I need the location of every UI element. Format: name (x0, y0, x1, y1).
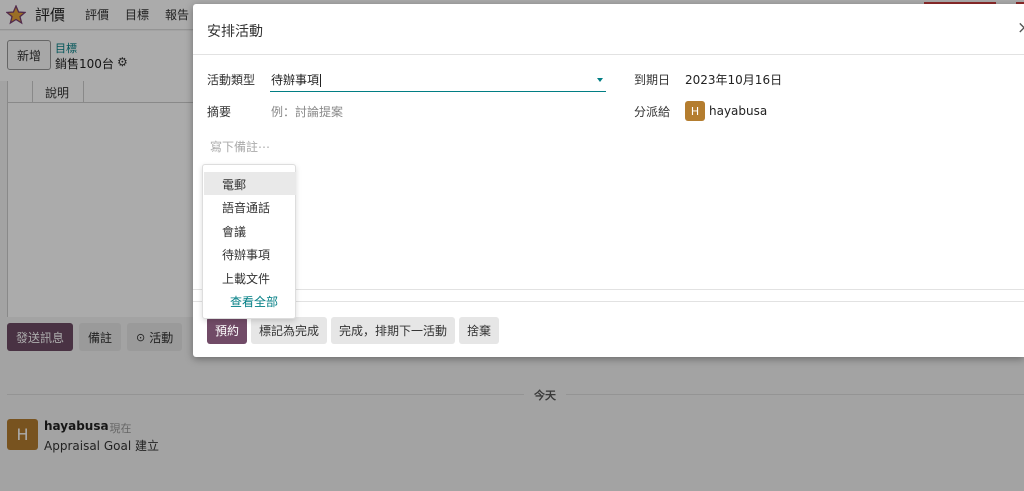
due-date-field[interactable]: 2023年10月16日 (685, 71, 782, 88)
mark-done-button[interactable]: 標記為完成 (251, 317, 328, 344)
dropdown-option-todo[interactable]: 待辦事項 (204, 242, 296, 265)
assigned-to-field[interactable]: hayabusa (709, 104, 767, 118)
dropdown-option-call[interactable]: 語音通話 (204, 195, 296, 218)
due-date-label: 到期日 (634, 73, 671, 87)
dropdown-option-email[interactable]: 電郵 (204, 172, 296, 195)
activity-type-dropdown: 電郵 語音通話 會議 待辦事項 上載文件 查看全部 (202, 164, 296, 319)
dropdown-option-upload[interactable]: 上載文件 (204, 266, 296, 289)
assigned-to-label: 分派給 (634, 105, 671, 119)
note-editor[interactable]: 寫下備註⋯ (210, 138, 270, 155)
dropdown-option-meeting[interactable]: 會議 (204, 219, 296, 242)
schedule-activity-dialog: 安排活動 × 活動類型 待辦事項 摘要 例：討論提案 到期日 2023年10月1… (193, 4, 1024, 357)
divider (193, 301, 1024, 302)
discard-button[interactable]: 捨棄 (459, 317, 500, 344)
modal-header: 安排活動 × (193, 4, 1024, 55)
activity-type-label: 活動類型 (207, 73, 256, 87)
activity-type-select[interactable]: 待辦事項 (270, 68, 606, 92)
divider (193, 289, 1024, 290)
close-icon[interactable]: × (1017, 18, 1024, 38)
done-schedule-next-button[interactable]: 完成，排期下一活動 (331, 317, 456, 344)
modal-title: 安排活動 (207, 24, 263, 40)
summary-input[interactable]: 例：討論提案 (271, 103, 343, 120)
view-all-link[interactable]: 查看全部 (230, 293, 278, 310)
caret-down-icon[interactable] (597, 78, 603, 82)
assignee-avatar: H (685, 101, 705, 121)
summary-label: 摘要 (207, 105, 232, 119)
modal-footer: 預約 標記為完成 完成，排期下一活動 捨棄 (207, 317, 500, 344)
activity-type-value: 待辦事項 (271, 73, 322, 87)
schedule-button[interactable]: 預約 (207, 317, 248, 344)
